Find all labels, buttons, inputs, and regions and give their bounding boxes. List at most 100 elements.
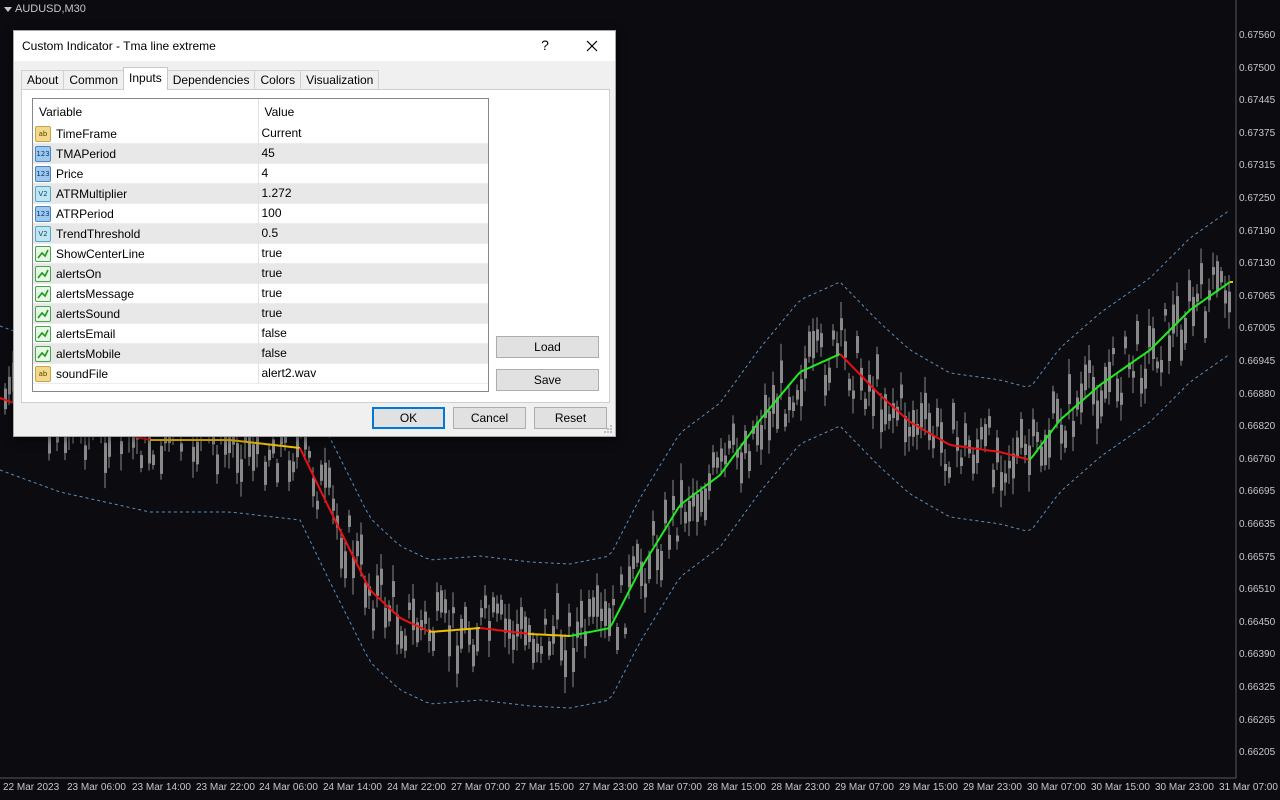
tma-segment: [812, 363, 817, 368]
time-axis-label: 31 Mar 07:00: [1219, 782, 1278, 793]
ok-button[interactable]: OK: [372, 407, 445, 429]
tma-segment: [407, 620, 412, 625]
candle-body: [568, 612, 571, 627]
tma-segment: [587, 630, 592, 634]
candle-body: [712, 452, 715, 468]
input-row-alertsmobile[interactable]: alertsMobile false: [33, 344, 488, 364]
tma-segment: [731, 453, 736, 460]
time-axis-label: 30 Mar 23:00: [1155, 782, 1214, 793]
candle-body: [652, 521, 655, 536]
column-header-variable[interactable]: Variable: [33, 99, 259, 125]
input-row-timeframe[interactable]: ab TimeFrame Current: [33, 124, 488, 144]
tma-segment: [695, 489, 700, 494]
candle-body: [308, 451, 311, 458]
tma-segment: [311, 472, 316, 480]
price-axis-label: 0.67190: [1239, 225, 1276, 237]
input-value-field[interactable]: 100: [259, 204, 489, 224]
save-button[interactable]: Save: [496, 369, 599, 391]
input-row-tmaperiod[interactable]: 123 TMAPeriod 45: [33, 144, 488, 164]
input-variable-name: alertsOn: [56, 266, 102, 281]
candle-body: [612, 598, 615, 606]
input-value-field[interactable]: 4: [259, 164, 489, 184]
candle-body: [828, 367, 831, 383]
tma-segment: [425, 629, 430, 633]
input-row-soundfile[interactable]: ab soundFile alert2.wav: [33, 364, 488, 384]
tab-colors[interactable]: Colors: [254, 70, 302, 90]
close-button[interactable]: [581, 35, 603, 57]
price-axis-label: 0.67500: [1239, 62, 1276, 74]
input-variable-cell: V2 ATRMultiplier: [33, 184, 259, 204]
candle-body: [1156, 361, 1159, 369]
candle-body: [644, 583, 647, 598]
tma-segment: [1007, 453, 1012, 456]
input-value-field[interactable]: alert2.wav: [259, 364, 489, 384]
input-variable-name: alertsMessage: [56, 286, 135, 301]
tab-inputs[interactable]: Inputs: [123, 67, 168, 90]
candle-body: [876, 354, 879, 380]
tma-segment: [584, 631, 589, 634]
chart-symbol-label[interactable]: AUDUSD,M30: [4, 3, 86, 15]
price-axis-label: 0.67315: [1239, 160, 1276, 172]
cancel-button[interactable]: Cancel: [453, 407, 526, 429]
candle-body: [516, 623, 519, 637]
input-value-field[interactable]: true: [259, 284, 489, 304]
candle-body: [1228, 291, 1231, 313]
candle-body: [928, 412, 931, 441]
load-button[interactable]: Load: [496, 336, 599, 358]
input-row-alertson[interactable]: alertsOn true: [33, 264, 488, 284]
input-row-alertsmessage[interactable]: alertsMessage true: [33, 284, 488, 304]
time-axis-label: 28 Mar 23:00: [771, 782, 830, 793]
input-value-field[interactable]: 45: [259, 144, 489, 164]
help-button[interactable]: ?: [537, 37, 553, 53]
input-value-field[interactable]: true: [259, 264, 489, 284]
time-axis-label: 23 Mar 22:00: [196, 782, 255, 793]
candle-body: [392, 581, 395, 597]
input-value-field[interactable]: true: [259, 304, 489, 324]
candle-body: [1172, 304, 1175, 334]
tab-visualization[interactable]: Visualization: [300, 70, 380, 90]
tab-about[interactable]: About: [21, 70, 65, 90]
input-row-trendthreshold[interactable]: V2 TrendThreshold 0.5: [33, 224, 488, 244]
input-row-alertsemail[interactable]: alertsEmail false: [33, 324, 488, 344]
candle-body: [216, 454, 219, 475]
input-value-field[interactable]: 0.5: [259, 224, 489, 244]
input-value-field[interactable]: Current: [259, 124, 489, 144]
candle-body: [292, 461, 295, 473]
resize-grip-icon[interactable]: [603, 424, 613, 434]
input-value-field[interactable]: false: [259, 344, 489, 364]
candle-body: [972, 454, 975, 474]
input-variable-cell: ShowCenterLine: [33, 244, 259, 264]
time-axis-label: 27 Mar 07:00: [451, 782, 510, 793]
time-axis-label: 30 Mar 07:00: [1027, 782, 1086, 793]
input-value-field[interactable]: true: [259, 244, 489, 264]
tma-segment: [788, 380, 793, 386]
column-header-value[interactable]: Value: [259, 99, 489, 125]
dialog-titlebar[interactable]: Custom Indicator - Tma line extreme ?: [14, 31, 615, 61]
tma-segment: [1100, 381, 1105, 386]
candle-body: [332, 498, 335, 511]
tab-dependencies[interactable]: Dependencies: [166, 70, 256, 90]
input-value-field[interactable]: false: [259, 324, 489, 344]
candle-body: [856, 336, 859, 353]
candle-body: [748, 451, 751, 472]
input-row-price[interactable]: 123 Price 4: [33, 164, 488, 184]
time-axis-label: 27 Mar 15:00: [515, 782, 574, 793]
tma-segment: [1064, 412, 1069, 417]
input-row-atrmultiplier[interactable]: V2 ATRMultiplier 1.272: [33, 184, 488, 204]
candle-body: [564, 650, 567, 678]
reset-button[interactable]: Reset: [534, 407, 607, 429]
candle-body: [356, 540, 359, 557]
tma-segment: [422, 627, 427, 632]
candle-body: [400, 631, 403, 649]
tma-segment: [1160, 335, 1165, 340]
tma-segment: [371, 591, 376, 596]
tma-segment: [413, 623, 418, 627]
input-row-showcenterline[interactable]: ShowCenterLine true: [33, 244, 488, 264]
input-value-field[interactable]: 1.272: [259, 184, 489, 204]
tma-segment: [1157, 338, 1162, 343]
tma-segment: [674, 507, 679, 514]
input-row-alertssound[interactable]: alertsSound true: [33, 304, 488, 324]
input-row-atrperiod[interactable]: 123 ATRPeriod 100: [33, 204, 488, 224]
tab-common[interactable]: Common: [63, 70, 125, 90]
candle-body: [936, 407, 939, 427]
